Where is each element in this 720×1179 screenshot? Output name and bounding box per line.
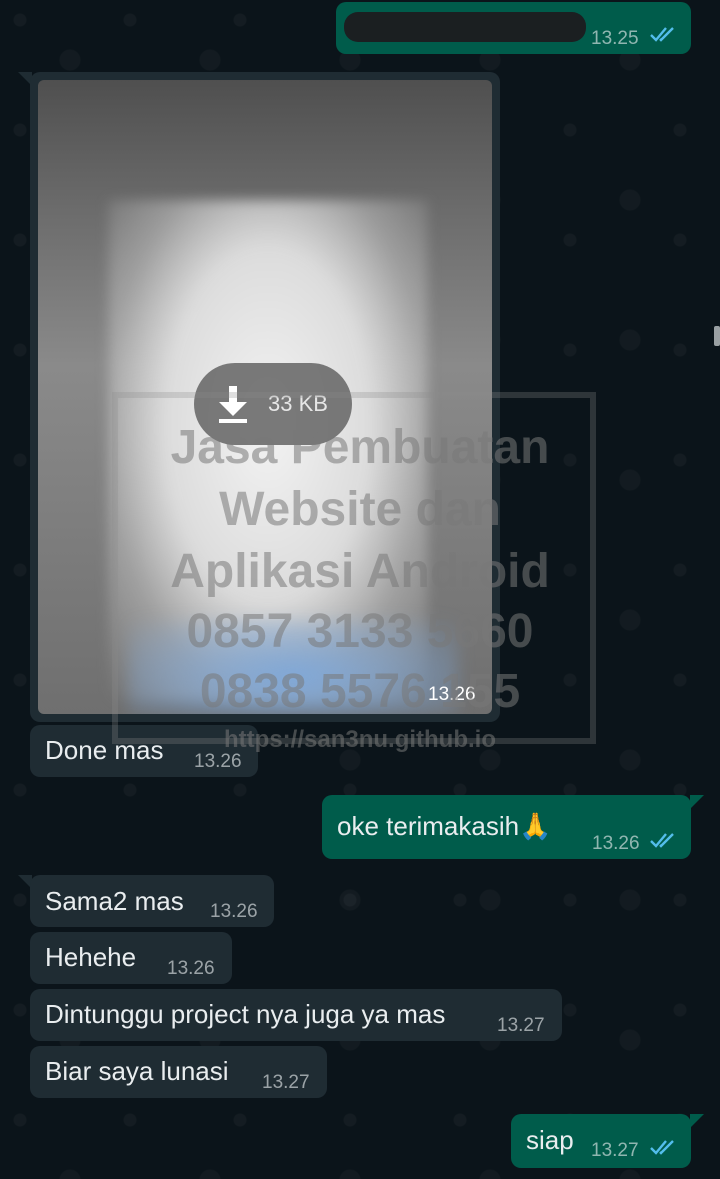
download-button[interactable]: 33 KB	[194, 363, 352, 445]
blurred-image-content	[128, 620, 458, 714]
incoming-message[interactable]: Biar saya lunasi 13.27	[30, 1046, 327, 1098]
message-time: 13.27	[591, 1140, 639, 1161]
message-time: 13.26	[428, 684, 476, 705]
incoming-image-message[interactable]: 33 KB 13.26	[30, 72, 500, 722]
message-text: Hehehe	[45, 942, 137, 972]
bubble-tail	[690, 795, 704, 809]
incoming-message[interactable]: Dintunggu project nya juga ya mas 13.27	[30, 989, 562, 1041]
message-text: Dintunggu project nya juga ya mas	[45, 999, 446, 1029]
message-time: 13.26	[167, 958, 215, 979]
redacted-text	[344, 12, 586, 42]
double-check-icon	[650, 27, 674, 42]
message-time: 13.26	[210, 901, 258, 922]
message-text: Done mas	[45, 735, 164, 765]
file-size: 33 KB	[268, 391, 328, 416]
outgoing-message-redacted[interactable]: 13.25	[336, 2, 691, 54]
bubble-tail	[690, 1114, 704, 1128]
outgoing-message[interactable]: siap 13.27	[511, 1114, 691, 1168]
message-text: Sama2 mas	[45, 886, 184, 916]
incoming-message[interactable]: Hehehe 13.26	[30, 932, 232, 984]
outgoing-message[interactable]: oke terimakasih🙏 13.26	[322, 795, 691, 859]
message-time: 13.27	[262, 1072, 310, 1093]
message-text: siap	[526, 1125, 574, 1155]
message-text: Biar saya lunasi	[45, 1056, 229, 1086]
double-check-icon	[650, 833, 674, 848]
message-time: 13.26	[592, 833, 640, 854]
double-check-icon	[650, 1140, 674, 1155]
image-preview[interactable]: 33 KB	[38, 80, 492, 714]
incoming-message[interactable]: Sama2 mas 13.26	[30, 875, 274, 927]
download-arrow-icon	[219, 386, 247, 423]
message-text: oke terimakasih🙏	[337, 811, 552, 841]
incoming-message[interactable]: Done mas 13.26	[30, 725, 258, 777]
message-time: 13.25	[591, 28, 639, 49]
message-time: 13.27	[497, 1015, 545, 1036]
message-time: 13.26	[194, 751, 242, 772]
scrollbar-thumb[interactable]	[714, 326, 720, 346]
